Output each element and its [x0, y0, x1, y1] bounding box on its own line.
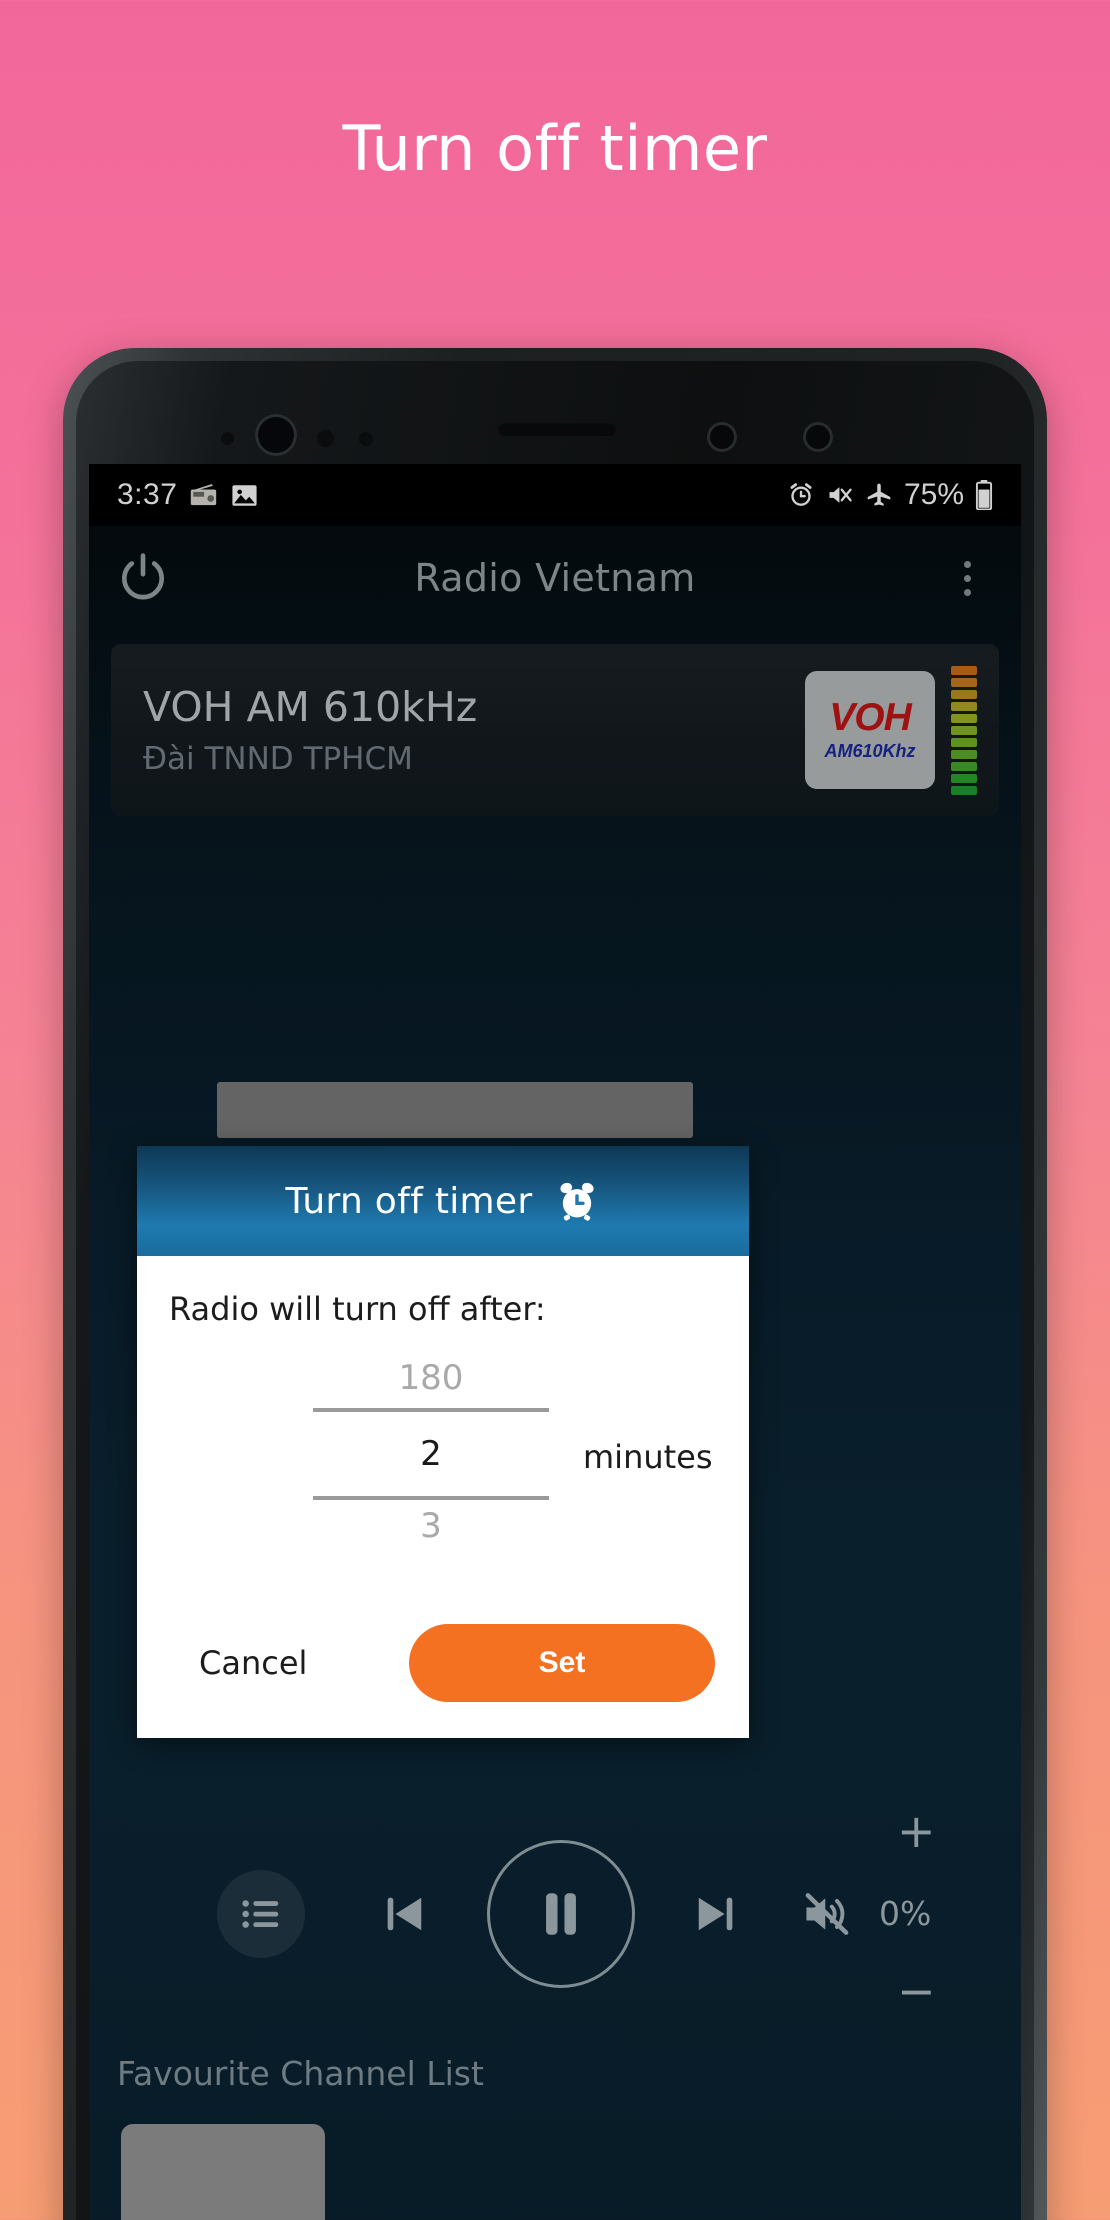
- volume-percent-label: 0%: [879, 1894, 932, 1933]
- dialog-title: Turn off timer: [285, 1180, 533, 1222]
- set-button[interactable]: Set: [409, 1624, 715, 1702]
- volume-muted-icon[interactable]: [789, 1876, 865, 1952]
- favourite-channel-list-title: Favourite Channel List: [117, 2054, 484, 2093]
- page-title: Turn off timer: [342, 112, 768, 185]
- iris-scanner-icon: [707, 422, 737, 452]
- dialog-prompt: Radio will turn off after:: [169, 1290, 546, 1328]
- phone-frame: 3:37 75% Radio Vietnam VOH AM 610kHz Đài…: [63, 348, 1047, 2220]
- player-controls: 0% + −: [89, 1808, 1021, 2014]
- front-camera-icon: [255, 414, 297, 456]
- sensor-dot-icon: [221, 432, 234, 445]
- phone-sensor-row: [63, 348, 1047, 468]
- turn-off-timer-dialog: Turn off timer Radio will turn off after…: [137, 1146, 749, 1738]
- next-track-icon[interactable]: [677, 1876, 753, 1952]
- previous-track-icon[interactable]: [367, 1876, 443, 1952]
- favourite-channel-tile[interactable]: [121, 2124, 325, 2220]
- picker-next-value[interactable]: 3: [313, 1500, 549, 1556]
- volume-down-button[interactable]: −: [897, 1968, 936, 2014]
- picker-previous-value[interactable]: 180: [313, 1352, 549, 1408]
- phone-screen: 3:37 75% Radio Vietnam VOH AM 610kHz Đài…: [89, 464, 1021, 2220]
- dialog-body: Radio will turn off after: 180 2 3 minut…: [137, 1256, 749, 1588]
- minutes-number-picker[interactable]: 180 2 3: [313, 1352, 549, 1556]
- sensor-dot-icon: [359, 432, 373, 446]
- playlist-icon[interactable]: [217, 1870, 305, 1958]
- picker-selected-value[interactable]: 2: [313, 1412, 549, 1496]
- proximity-sensor-icon: [803, 422, 833, 452]
- dialog-header: Turn off timer: [137, 1146, 749, 1256]
- cancel-button[interactable]: Cancel: [171, 1628, 335, 1698]
- minutes-picker-row: 180 2 3 minutes: [137, 1352, 749, 1556]
- minutes-unit-label: minutes: [583, 1438, 713, 1476]
- dialog-actions: Cancel Set: [137, 1588, 749, 1738]
- alarm-clock-icon: [554, 1178, 600, 1224]
- earpiece-speaker: [498, 422, 616, 436]
- sensor-dot-icon: [317, 430, 334, 447]
- volume-up-button[interactable]: +: [897, 1808, 936, 1854]
- pause-icon[interactable]: [487, 1840, 635, 1988]
